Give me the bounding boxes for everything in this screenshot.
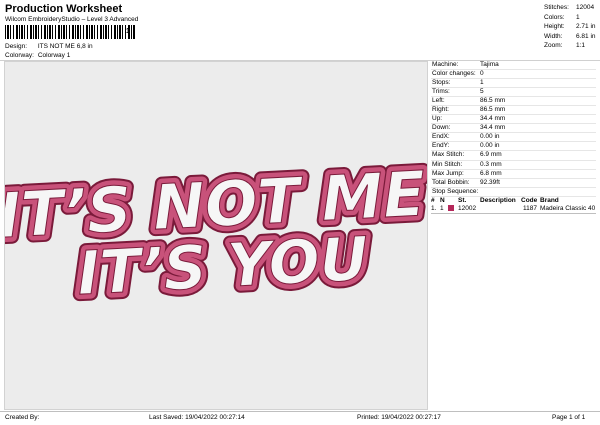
zoom-row: Zoom: 1:1 xyxy=(544,41,596,51)
machine-row: Machine: Tajima xyxy=(431,61,596,71)
color-changes-value: 0 xyxy=(480,70,484,78)
summary-box: Stitches: 12004 Colors: 1 Height: 2.71 in W… xyxy=(544,3,596,51)
height-label: Height: xyxy=(544,23,565,31)
endx-row: EndX: 0.00 in xyxy=(431,133,596,143)
seq-col-stitches: St. xyxy=(458,196,467,204)
design-label: Design: xyxy=(5,43,28,50)
worksheet-title: Production Worksheet xyxy=(5,3,123,15)
max-stitch-value: 6.9 mm xyxy=(480,151,502,159)
machine-label: Machine: xyxy=(432,61,459,68)
sequence-row[interactable]: 1. 1 12002 1187 Madeira Classic 40 xyxy=(431,205,596,214)
barcode-mark: 1 xyxy=(126,28,130,35)
max-jump-value: 6.8 mm xyxy=(480,169,502,177)
trims-row: Trims: 5 xyxy=(431,88,596,98)
thread-color-swatch xyxy=(448,205,458,213)
stops-label: Stops: xyxy=(432,79,451,87)
color-changes-label: Color changes: xyxy=(432,70,476,78)
line2-text: IT’S YOU xyxy=(76,224,370,309)
min-stitch-label: Min Stitch: xyxy=(432,160,463,168)
stops-value: 1 xyxy=(480,79,484,87)
endy-row: EndY: 0.00 in xyxy=(431,142,596,152)
embroidery-artwork: IT’S NOT ME IT’S NOT ME IT’S NOT ME IT’S… xyxy=(5,150,427,316)
width-row: Width: 6.81 in xyxy=(544,32,596,42)
right-label: Right: xyxy=(432,106,449,114)
colors-value: 1 xyxy=(576,13,580,21)
design-value: ITS NOT ME 6,8 in xyxy=(37,43,93,50)
printed-date: Printed: 19/04/2022 00:27:17 xyxy=(357,414,441,421)
max-stitch-row: Max Stitch: 6.9 mm xyxy=(431,151,596,161)
seq-col-n: N xyxy=(440,196,445,204)
stop-sequence-heading: Stop Sequence: xyxy=(431,188,596,197)
endx-label: EndX: xyxy=(432,133,450,141)
seq-row-brand: Madeira Classic 40 xyxy=(540,204,596,212)
total-bobbin-value: 92.39ft xyxy=(480,178,500,186)
endy-value: 0.00 in xyxy=(480,142,500,150)
design-row: Design: ITS NOT ME 6,8 in xyxy=(5,43,93,50)
min-stitch-row: Min Stitch: 0.3 mm xyxy=(431,161,596,170)
software-subtitle: Wilcom EmbroideryStudio – Level 3 Advanc… xyxy=(5,16,139,23)
width-value: 6.81 in xyxy=(576,32,596,40)
right-value: 86.5 mm xyxy=(480,106,506,114)
down-row: Down: 34.4 mm xyxy=(431,124,596,134)
max-jump-label: Max Jump: xyxy=(432,169,464,177)
trims-label: Trims: xyxy=(432,88,450,96)
max-jump-row: Max Jump: 6.8 mm xyxy=(431,170,596,179)
height-row: Height: 2.71 in xyxy=(544,22,596,32)
total-bobbin-label: Total Bobbin: xyxy=(432,178,470,186)
down-label: Down: xyxy=(432,124,451,132)
min-stitch-value: 0.3 mm xyxy=(480,160,502,168)
zoom-label: Zoom: xyxy=(544,42,563,50)
up-row: Up: 34.4 mm xyxy=(431,115,596,125)
seq-row-stitches: 12002 xyxy=(458,204,477,212)
width-label: Width: xyxy=(544,32,563,40)
endy-label: EndY: xyxy=(432,142,450,150)
seq-col-num: # xyxy=(431,196,435,204)
max-stitch-label: Max Stitch: xyxy=(432,151,465,159)
last-saved: Last Saved: 19/04/2022 00:27:14 xyxy=(149,414,245,421)
endx-value: 0.00 in xyxy=(480,133,500,141)
left-label: Left: xyxy=(432,97,445,105)
left-row: Left: 86.5 mm xyxy=(431,97,596,107)
sequence-header-row: # N St. Description Code Brand xyxy=(431,197,596,205)
footer: Created By: Last Saved: 19/04/2022 00:27… xyxy=(0,411,600,425)
right-row: Right: 86.5 mm xyxy=(431,106,596,116)
total-bobbin-row: Total Bobbin: 92.39ft xyxy=(431,179,596,188)
colors-row: Colors: 1 xyxy=(544,13,596,23)
colors-label: Colors: xyxy=(544,13,565,21)
created-by: Created By: xyxy=(5,414,40,421)
seq-row-n: 1 xyxy=(440,204,444,212)
seq-col-description: Description xyxy=(480,196,516,204)
stops-row: Stops: 1 xyxy=(431,79,596,89)
colorway-row: Colorway: Colorway 1 xyxy=(5,52,70,59)
trims-value: 5 xyxy=(480,88,484,96)
down-value: 34.4 mm xyxy=(480,124,506,132)
stitches-row: Stitches: 12004 xyxy=(544,3,596,13)
seq-row-code: 1187 xyxy=(523,204,537,212)
color-changes-row: Color changes: 0 xyxy=(431,70,596,80)
seq-col-code: Code xyxy=(521,196,538,204)
seq-row-num: 1. xyxy=(431,204,437,212)
colorway-label: Colorway: xyxy=(5,52,34,59)
stitches-label: Stitches: xyxy=(544,4,569,11)
left-value: 86.5 mm xyxy=(480,97,506,105)
up-value: 34.4 mm xyxy=(480,115,506,123)
up-label: Up: xyxy=(432,115,443,123)
design-preview[interactable]: IT’S NOT ME IT’S NOT ME IT’S NOT ME IT’S… xyxy=(4,61,428,410)
page-number: Page 1 of 1 xyxy=(552,414,586,421)
stitches-value: 12004 xyxy=(576,4,595,11)
machine-info-panel: Machine: Tajima Color changes: 0 Stops: 1 T… xyxy=(431,61,596,214)
colorway-value: Colorway 1 xyxy=(37,52,71,59)
machine-value: Tajima xyxy=(480,61,499,68)
barcode xyxy=(5,25,135,39)
height-value: 2.71 in xyxy=(576,23,596,31)
zoom-value: 1:1 xyxy=(576,42,586,50)
seq-col-brand: Brand xyxy=(540,196,559,204)
